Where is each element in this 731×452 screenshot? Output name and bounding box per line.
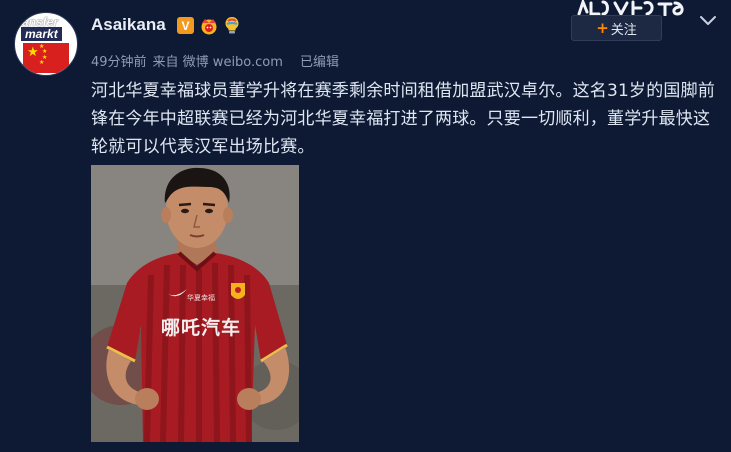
avatar[interactable]: ansfer markt ★ ★ ★ ★ ★ (14, 12, 78, 76)
meta-spacer (289, 51, 294, 70)
post-meta: 49分钟前 来自 微博 weibo.com 已编辑 (91, 51, 339, 70)
lightbulb-icon[interactable] (224, 16, 240, 35)
plus-icon: + (596, 19, 609, 37)
post-photo[interactable]: 华夏幸福 哪吒汽车 (91, 165, 299, 442)
player-illustration (91, 165, 299, 442)
post-time[interactable]: 49分钟前 (91, 51, 147, 70)
follow-button-label: 关注 (610, 22, 637, 38)
follow-button[interactable]: + 关注 (571, 15, 662, 41)
crown-icon[interactable] (198, 16, 220, 35)
edited-label[interactable]: 已编辑 (300, 51, 339, 70)
post-source[interactable]: 来自 微博 weibo.com (153, 51, 283, 70)
weibo-post: ansfer markt ★ ★ ★ ★ ★ Asaikana V 49分钟前 … (0, 0, 731, 452)
decorative-handwriting (575, 0, 695, 16)
sponsor-mark: 华夏幸福 (187, 294, 215, 302)
user-badges: V (177, 16, 240, 35)
post-text: 河北华夏幸福球员董学升将在赛季剩余时间租借加盟武汉卓尔。这名31岁的国脚前锋在今… (91, 81, 716, 157)
chevron-down-icon[interactable] (697, 11, 719, 31)
jersey-sponsor-text: 哪吒汽车 (161, 317, 242, 339)
china-flag-icon: ★ ★ ★ ★ ★ (23, 43, 69, 73)
avatar-logo-line2: markt (21, 27, 62, 41)
username-link[interactable]: Asaikana (91, 15, 166, 35)
verified-v-icon[interactable]: V (177, 17, 194, 34)
